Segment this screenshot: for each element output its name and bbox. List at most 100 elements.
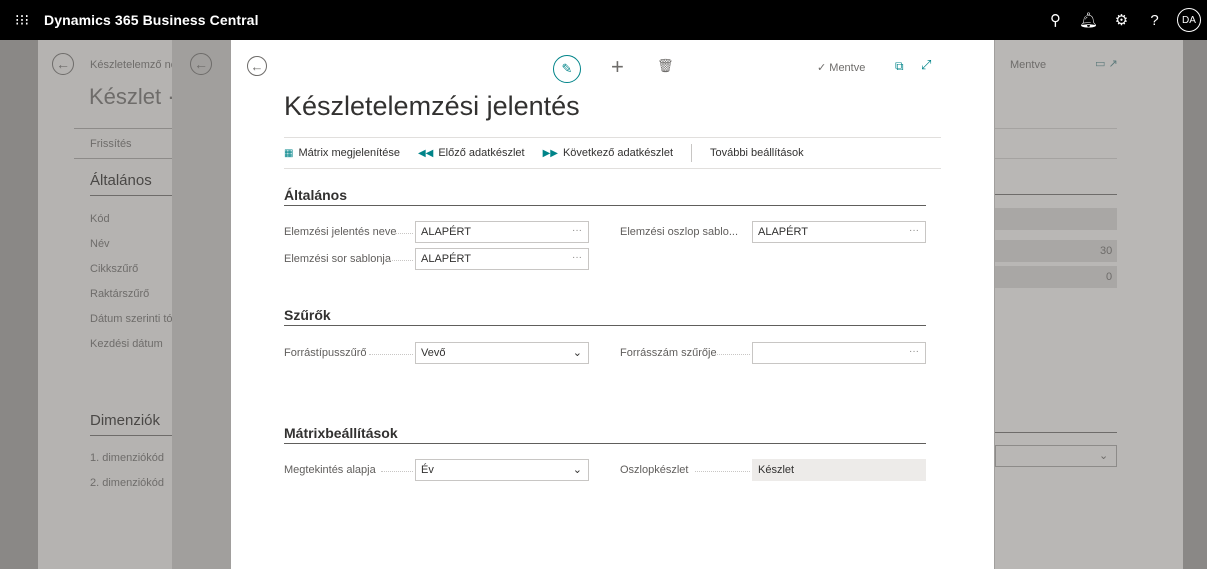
- lookup-icon[interactable]: ···: [909, 346, 919, 357]
- top-bar-actions: ⚲ 🔔︎ ⚙ ? DA: [1039, 0, 1207, 40]
- previous-set-button[interactable]: ◀◀ Előző adatkészlet: [418, 147, 525, 159]
- analysis-name-field[interactable]: ALAPÉRT ···: [415, 221, 589, 243]
- bell-icon[interactable]: 🔔︎: [1072, 11, 1105, 29]
- column-template-value: ALAPÉRT: [758, 226, 808, 238]
- bg-back-icon: ←: [190, 53, 212, 75]
- view-by-value: Év: [421, 464, 434, 476]
- line-template-label: Elemzési sor sablonja: [284, 253, 391, 265]
- bg-divider: [995, 194, 1117, 195]
- bg-field-label: Név: [90, 238, 110, 250]
- column-template-field[interactable]: ALAPÉRT ···: [752, 221, 926, 243]
- bg-divider: [995, 158, 1117, 159]
- bg-divider: [74, 158, 172, 159]
- previous-set-label: Előző adatkészlet: [438, 147, 525, 159]
- section-divider: [284, 325, 926, 326]
- line-template-field[interactable]: ALAPÉRT ···: [415, 248, 589, 270]
- bg-divider: [995, 432, 1117, 433]
- bg-breadcrumb: Készletelemző ne: [90, 59, 177, 71]
- action-separator: [691, 144, 693, 162]
- bg-saved: Mentve: [1010, 59, 1047, 71]
- column-template-label: Elemzési oszlop sablo...: [620, 226, 738, 238]
- next-icon: ▶▶: [542, 147, 558, 159]
- saved-label: Mentve: [829, 62, 866, 74]
- bg-field-label: Dátum szerinti tó: [90, 313, 173, 325]
- analysis-name-label: Elemzési jelentés neve: [284, 226, 397, 238]
- bg-field-label: Cikkszűrő: [90, 263, 139, 275]
- bg-divider: [74, 128, 172, 129]
- bg-open-icon: ▭ ↗: [1095, 58, 1118, 70]
- section-divider: [284, 443, 926, 444]
- bg-field: [995, 208, 1117, 230]
- bg-back-icon: ←: [52, 53, 74, 75]
- view-by-label: Megtekintés alapja: [284, 464, 376, 476]
- label-dots: [717, 342, 750, 364]
- expand-icon[interactable]: ⤢: [921, 57, 931, 73]
- bg-chevron-down-icon: ⌄: [1099, 450, 1109, 462]
- bg-dim-label: 1. dimenziókód: [90, 452, 164, 464]
- show-matrix-label: Mátrix megjelenítése: [298, 147, 400, 159]
- app-title[interactable]: Dynamics 365 Business Central: [44, 12, 259, 28]
- bg-page-title: Készlet ·: [89, 84, 175, 109]
- line-template-value: ALAPÉRT: [421, 253, 471, 265]
- column-set-label: Oszlopkészlet: [620, 464, 689, 476]
- bg-divider: [995, 128, 1117, 129]
- lookup-icon[interactable]: ···: [572, 225, 582, 236]
- page-title: Készletelemzési jelentés: [284, 91, 580, 121]
- lookup-icon[interactable]: ···: [572, 252, 582, 263]
- section-general-title[interactable]: Általános: [284, 187, 347, 203]
- bg-field: [995, 240, 1117, 262]
- next-set-label: Következő adatkészlet: [562, 147, 674, 159]
- bg-divider: [90, 195, 172, 196]
- action-bar: ▦ Mátrix megjelenítése ◀◀ Előző adatkész…: [284, 137, 941, 169]
- bg-field: [995, 266, 1117, 288]
- question-icon[interactable]: ?: [1138, 12, 1171, 29]
- bg-refresh: Frissítés: [90, 138, 132, 150]
- label-dots: [389, 248, 413, 270]
- chevron-down-icon: ⌄: [572, 347, 582, 359]
- back-button[interactable]: ←: [247, 56, 267, 76]
- avatar[interactable]: DA: [1177, 8, 1201, 32]
- background-right-panel: [995, 40, 1183, 569]
- bg-value: 0: [1106, 271, 1113, 283]
- matrix-icon: ▦: [284, 147, 294, 159]
- edit-button[interactable]: ✎: [553, 55, 581, 83]
- label-dots: [395, 221, 413, 243]
- top-bar: ⁝⁝⁝ Dynamics 365 Business Central ⚲ 🔔︎ ⚙…: [0, 0, 1207, 40]
- more-options-label: További beállítások: [710, 147, 804, 159]
- bg-general-heading: Általános: [90, 172, 152, 189]
- next-set-button[interactable]: ▶▶ Következő adatkészlet: [543, 147, 673, 159]
- bg-value: 30: [1100, 245, 1113, 257]
- open-new-window-icon[interactable]: ⧉: [895, 59, 904, 74]
- analysis-report-dialog: ← ✎ + 🗑︎ ✓ Mentve ⧉ ⤢ Készletelemzési je…: [231, 40, 994, 569]
- chevron-down-icon: ⌄: [572, 464, 582, 476]
- source-no-label: Forrásszám szűrője: [620, 347, 717, 359]
- analysis-name-value: ALAPÉRT: [421, 226, 471, 238]
- bg-field-label: Raktárszűrő: [90, 288, 150, 300]
- lookup-icon[interactable]: ···: [909, 225, 919, 236]
- section-filters-title[interactable]: Szűrők: [284, 307, 331, 323]
- bg-dim-label: 2. dimenziókód: [90, 477, 164, 489]
- section-divider: [284, 205, 926, 206]
- saved-status: ✓ Mentve: [817, 62, 866, 74]
- search-icon[interactable]: ⚲: [1039, 11, 1072, 29]
- show-matrix-button[interactable]: ▦ Mátrix megjelenítése: [284, 147, 400, 159]
- source-type-select[interactable]: Vevő ⌄: [415, 342, 589, 364]
- label-dots: [369, 342, 413, 364]
- label-dots: [695, 459, 750, 481]
- delete-button[interactable]: 🗑︎: [657, 58, 674, 74]
- bg-dimensions-heading: Dimenziók: [90, 412, 161, 429]
- column-set-field: Készlet: [752, 459, 926, 481]
- column-set-value: Készlet: [758, 464, 795, 476]
- bg-field-label: Kezdési dátum: [90, 338, 163, 350]
- source-type-value: Vevő: [421, 347, 446, 359]
- new-button[interactable]: +: [611, 54, 624, 80]
- label-dots: [381, 459, 413, 481]
- source-no-field[interactable]: ···: [752, 342, 926, 364]
- gear-icon[interactable]: ⚙: [1105, 11, 1138, 29]
- view-by-select[interactable]: Év ⌄: [415, 459, 589, 481]
- previous-icon: ◀◀: [417, 147, 434, 159]
- waffle-icon[interactable]: ⁝⁝⁝: [0, 11, 44, 29]
- section-matrix-title[interactable]: Mátrixbeállítások: [284, 425, 398, 441]
- bg-field-label: Kód: [90, 213, 110, 225]
- more-options-button[interactable]: További beállítások: [710, 147, 804, 159]
